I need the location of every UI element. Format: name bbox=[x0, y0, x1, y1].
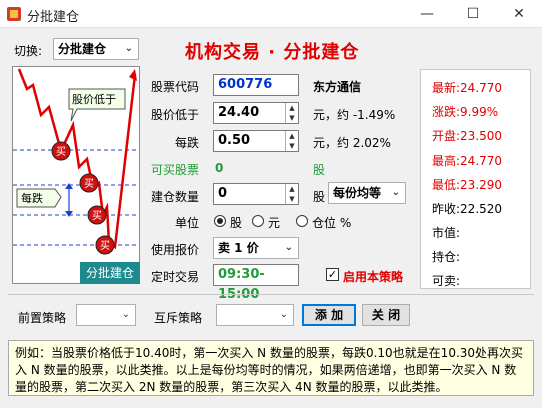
quote-holding: 持仓: bbox=[432, 250, 461, 264]
unit-option-position: 仓位 % bbox=[312, 216, 352, 230]
minimize-button[interactable]: — bbox=[404, 0, 450, 28]
buy-label-1: 买 bbox=[56, 146, 66, 158]
buyable-label: 可买股票 bbox=[151, 163, 200, 177]
quote-market-value: 市值: bbox=[432, 226, 461, 240]
chevron-down-icon: ⌄ bbox=[121, 309, 130, 320]
strategy-illustration: 买 买 买 买 股价低于 每跌 bbox=[12, 66, 140, 284]
close-button[interactable]: 关 闭 bbox=[362, 304, 410, 326]
buy-label-4: 买 bbox=[100, 240, 110, 252]
strategy-switch-select[interactable]: 分批建仓 ⌄ bbox=[53, 38, 139, 60]
quote-change: 涨跌:9.99% bbox=[432, 105, 499, 119]
spin-up-icon[interactable]: ▲ bbox=[286, 131, 298, 141]
chart-caption: 分批建仓 bbox=[80, 262, 140, 284]
quote-sellable: 可卖: bbox=[432, 274, 461, 288]
close-window-button[interactable]: ✕ bbox=[496, 0, 542, 28]
enable-strategy-label: 启用本策略 bbox=[343, 270, 404, 284]
add-button[interactable]: 添 加 bbox=[302, 304, 356, 326]
strategy-chart-svg: 买 买 买 买 股价低于 每跌 bbox=[13, 68, 139, 255]
each-drop-spinner[interactable]: ▲ ▼ bbox=[285, 131, 298, 151]
spin-down-icon[interactable]: ▼ bbox=[286, 141, 298, 151]
buyable-value: 0 bbox=[215, 161, 224, 175]
each-drop-note: 元，约 2.02% bbox=[313, 136, 391, 150]
unit-radio-yuan[interactable] bbox=[252, 215, 264, 227]
unit-option-shares: 股 bbox=[230, 216, 243, 230]
quote-open: 开盘:23.500 bbox=[432, 129, 503, 143]
mutex-strategy-select[interactable]: ⌄ bbox=[216, 304, 294, 326]
app-icon bbox=[7, 7, 21, 21]
quantity-value: 0 bbox=[218, 186, 228, 201]
strategy-switch-value: 分批建仓 bbox=[58, 42, 107, 56]
quote-prev-close: 昨收:22.520 bbox=[432, 202, 503, 216]
chevron-down-icon: ⌄ bbox=[391, 187, 400, 198]
each-drop-label: 每跌 bbox=[175, 136, 200, 150]
uptrend-arrow-icon bbox=[129, 69, 137, 81]
price-below-input[interactable]: 24.40 ▲ ▼ bbox=[213, 102, 299, 124]
price-below-label: 股价低于 bbox=[151, 108, 200, 122]
switch-label: 切换: bbox=[14, 44, 43, 58]
price-type-label: 使用报价 bbox=[151, 243, 200, 257]
chevron-down-icon: ⌄ bbox=[284, 242, 293, 253]
spin-down-icon[interactable]: ▼ bbox=[286, 113, 298, 123]
separator bbox=[8, 294, 534, 295]
quote-latest: 最新:24.770 bbox=[432, 81, 503, 95]
timed-trade-label: 定时交易 bbox=[151, 270, 200, 284]
window-title: 分批建仓 bbox=[27, 10, 80, 25]
quantity-mode-value: 每份均等 bbox=[333, 186, 382, 200]
pre-strategy-select[interactable]: ⌄ bbox=[76, 304, 136, 326]
spin-up-icon[interactable]: ▲ bbox=[286, 184, 298, 194]
price-type-value: 卖 1 价 bbox=[218, 241, 259, 255]
quantity-unit: 股 bbox=[313, 190, 326, 204]
price-below-bubble-text: 股价低于 bbox=[72, 93, 116, 106]
example-note: 例如：当股票价格低于10.40时，第一次买入 N 数量的股票，每跌0.10也就是… bbox=[8, 340, 534, 396]
unit-label: 单位 bbox=[175, 216, 200, 230]
chevron-down-icon: ⌄ bbox=[124, 43, 133, 54]
stock-code-label: 股票代码 bbox=[151, 80, 200, 94]
pre-strategy-label: 前置策略 bbox=[18, 311, 67, 325]
quote-low: 最低:23.290 bbox=[432, 178, 503, 192]
enable-strategy-checkbox[interactable]: ✓ bbox=[326, 268, 339, 281]
timed-trade-input[interactable]: 09:30-15:00 bbox=[213, 264, 299, 302]
unit-radio-shares[interactable] bbox=[214, 215, 226, 227]
maximize-button[interactable]: ☐ bbox=[450, 0, 496, 28]
price-below-value: 24.40 bbox=[218, 105, 260, 120]
mutex-strategy-label: 互斥策略 bbox=[154, 311, 203, 325]
price-type-select[interactable]: 卖 1 价 ⌄ bbox=[213, 237, 299, 259]
stock-code-input[interactable]: 600776 bbox=[213, 74, 299, 96]
buyable-unit: 股 bbox=[313, 163, 326, 177]
unit-option-yuan: 元 bbox=[268, 216, 281, 230]
quantity-mode-select[interactable]: 每份均等 ⌄ bbox=[328, 182, 406, 204]
chevron-down-icon: ⌄ bbox=[279, 309, 288, 320]
each-drop-value: 0.50 bbox=[218, 133, 251, 148]
arrow-up-icon bbox=[65, 183, 73, 189]
quantity-input[interactable]: 0 ▲ ▼ bbox=[213, 183, 299, 205]
stock-name: 东方通信 bbox=[313, 80, 362, 94]
each-drop-input[interactable]: 0.50 ▲ ▼ bbox=[213, 130, 299, 152]
spin-down-icon[interactable]: ▼ bbox=[286, 194, 298, 204]
each-drop-bubble-text: 每跌 bbox=[21, 191, 43, 205]
buy-label-2: 买 bbox=[84, 178, 94, 190]
price-below-note: 元，约 -1.49% bbox=[313, 108, 396, 122]
unit-radio-position[interactable] bbox=[296, 215, 308, 227]
page-title: 机构交易 · 分批建仓 bbox=[185, 42, 360, 63]
quantity-label: 建仓数量 bbox=[151, 190, 200, 204]
spin-up-icon[interactable]: ▲ bbox=[286, 103, 298, 113]
buy-label-3: 买 bbox=[92, 210, 102, 222]
price-below-spinner[interactable]: ▲ ▼ bbox=[285, 103, 298, 123]
quote-high: 最高:24.770 bbox=[432, 154, 503, 168]
quantity-spinner[interactable]: ▲ ▼ bbox=[285, 184, 298, 204]
arrow-down-icon bbox=[65, 211, 73, 217]
